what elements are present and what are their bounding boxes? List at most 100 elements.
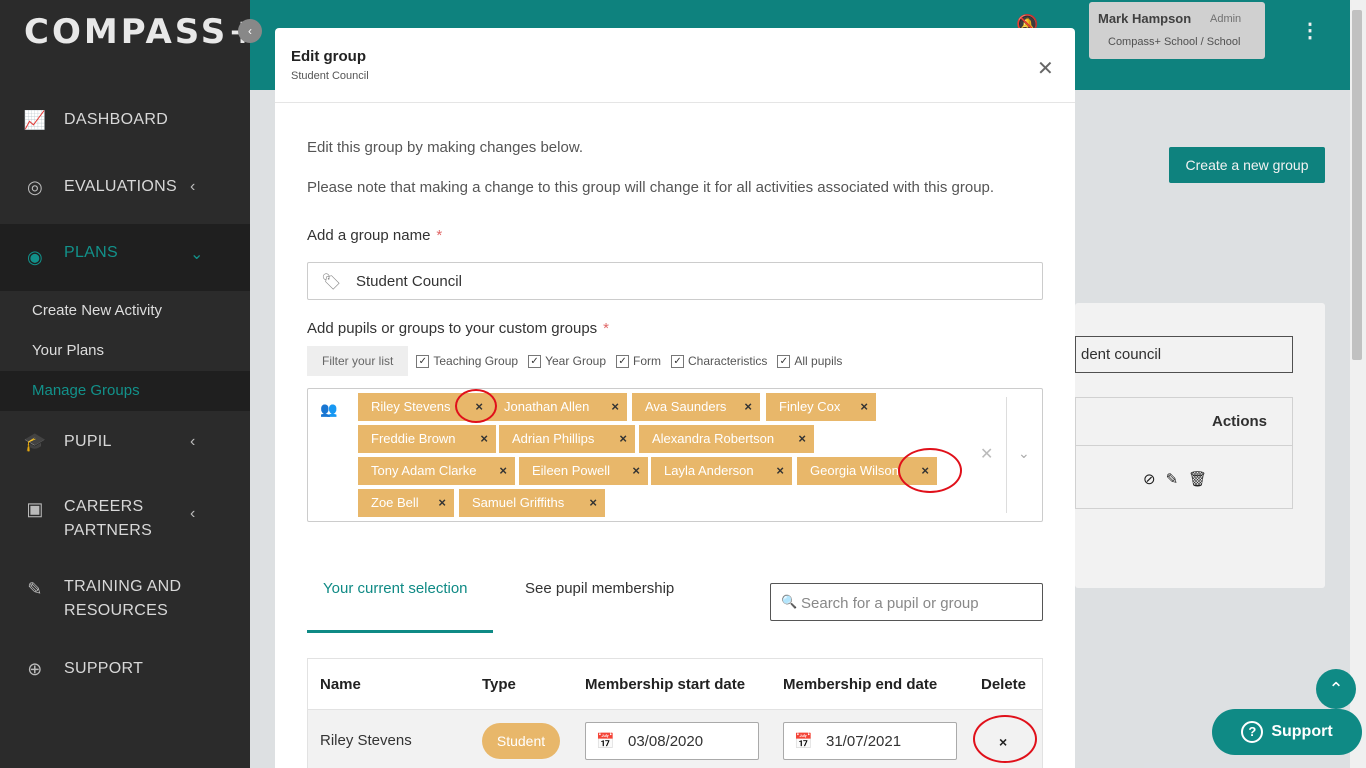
sidebar-item-support[interactable]: ⊕ SUPPORT (0, 655, 250, 683)
remove-tag-icon[interactable]: × (632, 457, 640, 485)
tag-label: Tony Adam Clarke (371, 463, 477, 478)
tag-label: Layla Anderson (664, 463, 754, 478)
remove-tag-icon[interactable]: × (589, 489, 597, 517)
required-mark: * (603, 320, 609, 337)
sidebar-item-careers-partners[interactable]: ▣ CAREERS PARTNERS ‹ (0, 495, 250, 545)
filter-all-pupils[interactable]: ✓ All pupils (777, 354, 842, 368)
sidebar-subitem-create-activity[interactable]: Create New Activity (0, 291, 250, 331)
support-label: Support (1271, 723, 1333, 740)
sidebar-item-evaluations[interactable]: ◎ EVALUATIONS ‹ (0, 173, 250, 201)
pupil-tag: Adrian Phillips × (499, 425, 635, 453)
chevron-down-icon: ⌄ (190, 246, 204, 263)
sidebar-subitem-your-plans[interactable]: Your Plans (0, 331, 250, 371)
end-date-input[interactable]: 📅 31/07/2021 (783, 722, 957, 760)
label-text: Add pupils or groups to your custom grou… (307, 320, 598, 337)
modal-header: Edit group Student Council ✕ (275, 28, 1075, 103)
sidebar-item-label: DASHBOARD (64, 111, 169, 128)
compass-icon: ◎ (26, 176, 43, 197)
sidebar-subitem-manage-groups[interactable]: Manage Groups (0, 371, 250, 411)
pupil-tag: Jonathan Allen × (491, 393, 627, 421)
sidebar-item-label: PLANS (64, 244, 118, 261)
filter-label: All pupils (794, 354, 843, 368)
column-header-type: Type (482, 676, 516, 693)
remove-tag-icon[interactable]: × (611, 393, 619, 421)
tab-current-selection[interactable]: Your current selection (323, 580, 468, 597)
scroll-to-top-button[interactable]: ⌃ (1316, 669, 1356, 709)
pupils-label: Add pupils or groups to your custom grou… (307, 320, 609, 337)
clear-all-icon[interactable]: ✕ (980, 444, 993, 464)
app-logo[interactable]: COMPASS+ (24, 12, 260, 52)
group-name-label: Add a group name * (307, 227, 442, 244)
sidebar-item-plans[interactable]: ◉ PLANS ⌄ (0, 224, 250, 291)
chevron-left-icon: ‹ (190, 433, 196, 450)
filter-form[interactable]: ✓ Form (616, 354, 661, 368)
highlight-circle (898, 448, 962, 493)
filter-list-button[interactable]: Filter your list (307, 346, 409, 376)
chart-icon: 📈 (23, 109, 47, 130)
filter-characteristics[interactable]: ✓ Characteristics (671, 354, 767, 368)
sidebar-item-training[interactable]: ✎ TRAINING AND RESOURCES (0, 575, 250, 625)
column-header-start-date: Membership start date (585, 676, 746, 693)
pupil-tag: Alexandra Robertson × (639, 425, 814, 453)
filter-year-group[interactable]: ✓ Year Group (528, 354, 606, 368)
remove-tag-icon[interactable]: × (619, 425, 627, 453)
end-date-value: 31/07/2021 (826, 733, 902, 750)
chevron-down-icon[interactable]: ⌄ (1018, 445, 1030, 462)
chevron-left-icon: ‹ (190, 505, 196, 522)
type-badge: Student (482, 723, 560, 759)
search-icon: 🔍 (781, 594, 798, 609)
sidebar-item-label: TRAINING AND RESOURCES (64, 578, 182, 619)
people-icon: 👥 (320, 401, 338, 417)
lifebuoy-icon: ⊕ (27, 658, 43, 679)
highlight-circle (455, 389, 497, 423)
remove-tag-icon[interactable]: × (438, 489, 446, 517)
remove-tag-icon[interactable]: × (860, 393, 868, 421)
sidebar-item-label: PUPIL (64, 433, 112, 450)
pupil-search-input[interactable] (801, 592, 1031, 614)
pupil-search-field[interactable]: 🔍 (770, 583, 1043, 621)
remove-tag-icon[interactable]: × (776, 457, 784, 485)
pupil-tag: Layla Anderson × (651, 457, 792, 485)
pupil-tag: Zoe Bell × (358, 489, 454, 517)
selection-table: Name Type Membership start date Membersh… (307, 658, 1043, 768)
group-name-input[interactable]: 🏷 Student Council (307, 262, 1043, 300)
remove-tag-icon[interactable]: × (798, 425, 806, 453)
pencil-icon: ✎ (27, 578, 43, 599)
group-name-value: Student Council (356, 273, 462, 290)
checkbox-checked-icon: ✓ (416, 354, 430, 368)
column-header-delete: Delete (981, 676, 1027, 693)
support-button[interactable]: ? Support (1212, 709, 1362, 755)
sidebar-item-pupil[interactable]: 🎓 PUPIL ‹ (0, 428, 250, 456)
sidebar-item-label: CAREERS PARTNERS (64, 498, 153, 539)
tag-icon: 🏷 (321, 274, 342, 291)
label-text: Add a group name (307, 227, 431, 244)
checkbox-checked-icon: ✓ (671, 354, 685, 368)
sidebar-item-dashboard[interactable]: 📈 DASHBOARD (0, 106, 250, 134)
sidebar-collapse-button[interactable]: ‹ (238, 19, 262, 43)
tab-pupil-membership[interactable]: See pupil membership (525, 580, 674, 597)
required-mark: * (436, 227, 443, 244)
scrollbar-thumb[interactable] (1352, 10, 1362, 360)
sidebar: COMPASS+ 📈 DASHBOARD ◎ EVALUATIONS ‹ ◉ P… (0, 0, 257, 768)
remove-tag-icon[interactable]: × (480, 425, 488, 453)
pupil-tag: Eileen Powell × (519, 457, 648, 485)
remove-tag-icon[interactable]: × (744, 393, 752, 421)
close-icon[interactable]: ✕ (1037, 56, 1054, 81)
pupil-tag: Ava Saunders × (632, 393, 760, 421)
tag-label: Jonathan Allen (504, 399, 590, 414)
question-icon: ? (1241, 721, 1264, 743)
tag-label: Adrian Phillips (512, 431, 595, 446)
tab-active-indicator (307, 630, 493, 633)
tag-label: Samuel Griffiths (472, 495, 565, 510)
table-row: Riley Stevens Student 📅 03/08/2020 📅 31/… (308, 709, 1042, 768)
tag-label: Georgia Wilson (810, 463, 899, 478)
tag-label: Freddie Brown (371, 431, 456, 446)
highlight-circle (973, 715, 1037, 763)
start-date-input[interactable]: 📅 03/08/2020 (585, 722, 759, 760)
filter-label: Year Group (545, 354, 607, 368)
checkbox-checked-icon: ✓ (777, 354, 791, 368)
remove-tag-icon[interactable]: × (499, 457, 507, 485)
filter-teaching-group[interactable]: ✓ Teaching Group (416, 354, 518, 368)
pupil-name: Riley Stevens (320, 732, 412, 749)
modal-intro: Edit this group by making changes below. (307, 139, 583, 156)
